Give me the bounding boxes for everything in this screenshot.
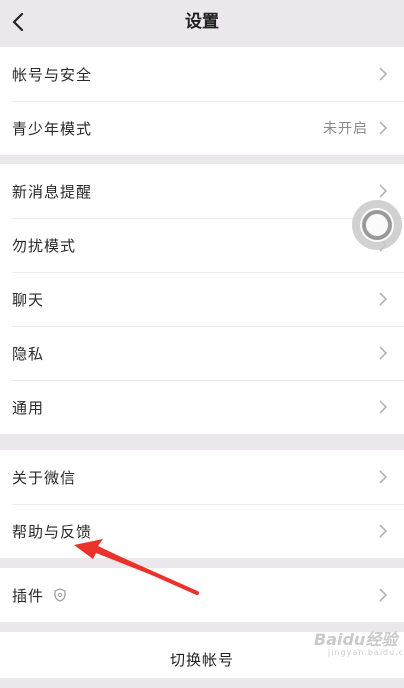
row-label: 新消息提醒 [12, 182, 93, 201]
row-general[interactable]: 通用 [0, 380, 404, 434]
chevron-right-icon [379, 184, 388, 198]
row-do-not-disturb[interactable]: 勿扰模式 [0, 218, 404, 272]
chevron-right-icon [379, 400, 388, 414]
row-label: 通用 [12, 398, 45, 417]
settings-group-general: 新消息提醒 勿扰模式 聊天 隐私 通用 [0, 164, 404, 434]
row-plugins[interactable]: 插件 [0, 568, 404, 622]
row-about-wechat[interactable]: 关于微信 [0, 450, 404, 504]
chevron-right-icon [379, 121, 388, 135]
row-label: 插件 [12, 586, 45, 605]
row-label: 隐私 [12, 344, 45, 363]
settings-group-about: 关于微信 帮助与反馈 [0, 450, 404, 558]
row-help-feedback[interactable]: 帮助与反馈 [0, 504, 404, 558]
watermark-brand: Baidu经验 [314, 630, 398, 649]
row-account-security[interactable]: 帐号与安全 [0, 47, 404, 101]
row-teen-mode[interactable]: 青少年模式 未开启 [0, 101, 404, 155]
settings-group-plugins: 插件 [0, 568, 404, 622]
row-chat[interactable]: 聊天 [0, 272, 404, 326]
row-label: 关于微信 [12, 468, 77, 487]
chevron-right-icon [379, 588, 388, 602]
chevron-right-icon [379, 292, 388, 306]
nav-bar: 设置 [0, 0, 404, 44]
row-label: 聊天 [12, 290, 45, 309]
page-title: 设置 [185, 12, 219, 32]
row-new-message-alerts[interactable]: 新消息提醒 [0, 164, 404, 218]
assistive-touch-button[interactable] [351, 199, 403, 251]
row-label: 勿扰模式 [12, 236, 77, 255]
chevron-right-icon [379, 470, 388, 484]
chevron-right-icon [379, 346, 388, 360]
watermark-url: jingyan.baidu.com [328, 648, 404, 657]
baidu-watermark: Baidu经验 jingyan.baidu.com [300, 624, 404, 664]
row-label: 青少年模式 [12, 119, 93, 138]
shield-icon [54, 588, 66, 602]
row-label: 帮助与反馈 [12, 522, 93, 541]
teen-mode-status: 未开启 [323, 121, 368, 137]
row-label: 帐号与安全 [12, 65, 93, 84]
chevron-right-icon [379, 524, 388, 538]
row-privacy[interactable]: 隐私 [0, 326, 404, 380]
settings-group-account: 帐号与安全 青少年模式 未开启 [0, 47, 404, 155]
chevron-right-icon [379, 67, 388, 81]
